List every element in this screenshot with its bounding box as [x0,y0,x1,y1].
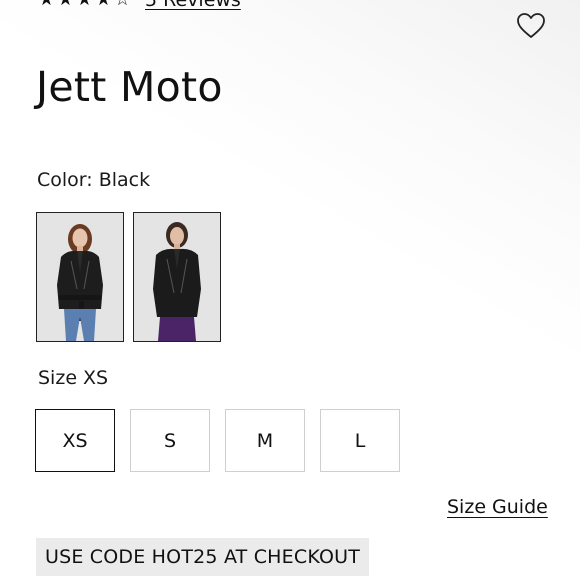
size-button-l[interactable]: L [320,409,400,472]
size-label: Size XS [38,367,109,389]
product-title: Jett Moto [36,63,223,111]
color-swatches [36,212,221,342]
model-photo-jeans [37,213,123,341]
star-empty-icon: ☆ [114,0,131,9]
size-button-s[interactable]: S [130,409,210,472]
promo-banner: USE CODE HOT25 AT CHECKOUT [36,538,369,576]
product-page: ★ ★ ★ ★ ☆ 5 Reviews Jett Moto Color: Bla… [0,0,580,580]
size-button-m[interactable]: M [225,409,305,472]
star-icon: ★ [95,0,112,9]
star-icon: ★ [57,0,74,9]
size-button-xs[interactable]: XS [35,409,115,472]
swatch-black-purple[interactable] [133,212,221,342]
star-icon: ★ [38,0,55,9]
heart-outline-icon[interactable] [516,12,546,40]
rating-row: ★ ★ ★ ★ ☆ 5 Reviews [38,0,241,11]
color-label: Color: Black [37,169,151,191]
star-icon: ★ [76,0,93,9]
star-rating: ★ ★ ★ ★ ☆ [38,0,131,9]
model-photo-purple [134,213,220,341]
size-guide-link[interactable]: Size Guide [447,495,548,519]
swatch-black-jeans[interactable] [36,212,124,342]
size-selector: XS S M L [35,409,400,472]
reviews-link[interactable]: 5 Reviews [145,0,241,11]
promo-text: USE CODE HOT25 AT CHECKOUT [44,546,361,568]
